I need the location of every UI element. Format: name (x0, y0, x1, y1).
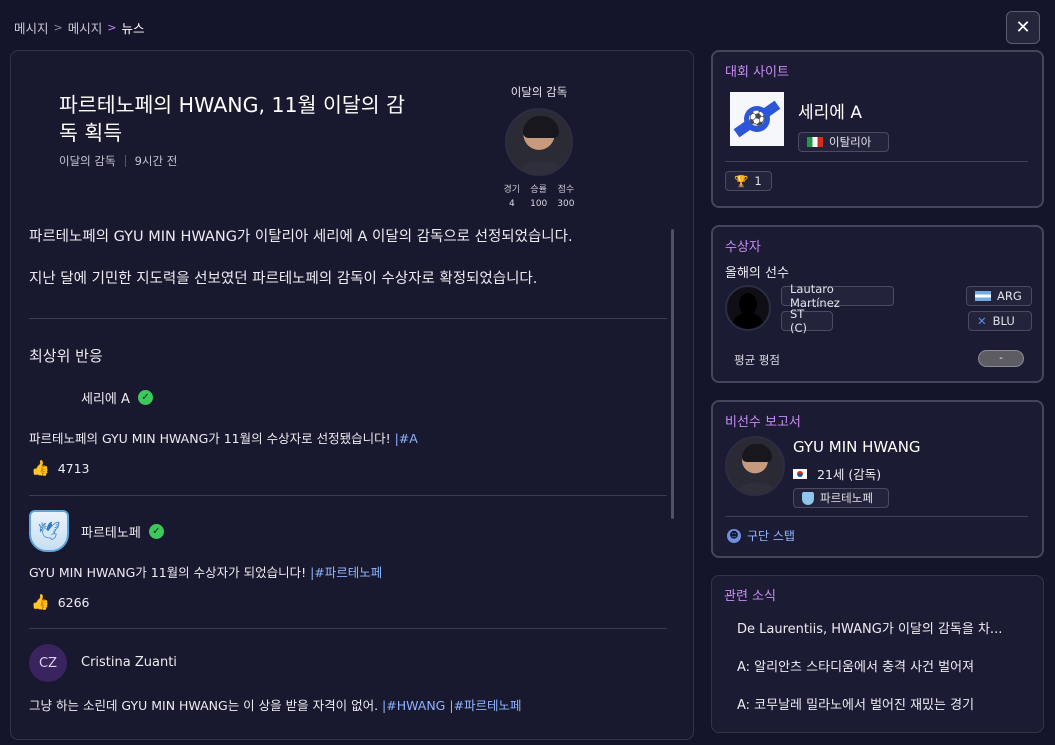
article-meta: 이달의 감독 9시간 전 (59, 153, 177, 169)
football-icon: ⚽ (744, 106, 770, 132)
award-stats: 경기 4 승률 100 점수 300 (489, 182, 589, 209)
divider (29, 628, 667, 629)
card-title: 수상자 (725, 240, 761, 255)
verified-icon: ✓ (148, 524, 164, 539)
divider (725, 161, 1028, 162)
club-pill[interactable]: ✕ BLU (968, 311, 1032, 331)
post-author[interactable]: Cristina Zuanti (81, 655, 177, 670)
thumbs-up-icon: 👍 (31, 459, 50, 477)
chevron-right-icon: > (53, 21, 63, 34)
thumbs-up-icon: 👍 (31, 593, 50, 611)
position-pill: ST (C) (781, 307, 833, 335)
avg-rating-badge: - (978, 350, 1024, 367)
staff-icon: ☻ (727, 528, 741, 543)
related-news-item[interactable]: A: 알리안츠 스타디움에서 충격 사건 벌어져 (737, 656, 974, 675)
manager-avatar[interactable] (725, 436, 785, 496)
reactions-title: 최상위 반응 (29, 347, 103, 365)
staff-report-card: 비선수 보고서 GYU MIN HWANG 21세 (감독) 파르테노페 ☻ 구… (711, 400, 1044, 558)
club-crest-icon: ✕ (977, 314, 987, 328)
competition-name[interactable]: 세리에 A (798, 98, 862, 123)
card-title: 대회 사이트 (725, 65, 789, 80)
chevron-right-icon: > (107, 21, 117, 34)
post-text: GYU MIN HWANG가 11월의 수상자가 되었습니다! |#파르테노페 (29, 565, 383, 580)
like-button[interactable]: 👍 6266 (31, 593, 90, 611)
article-body: 파르테노페의 GYU MIN HWANG가 이탈리아 세리에 A 이달의 감독으… (29, 227, 659, 311)
scrollbar[interactable] (671, 229, 674, 519)
user-avatar[interactable]: CZ (29, 644, 67, 682)
divider (725, 516, 1028, 517)
related-news-card: 관련 소식 De Laurentiis, HWANG가 이달의 감독을 차...… (711, 575, 1044, 733)
like-button[interactable]: 👍 4713 (31, 459, 90, 477)
hashtag-link[interactable]: |#파르테노페 (310, 565, 382, 580)
club-staff-link[interactable]: ☻ 구단 스탭 (727, 527, 795, 544)
competition-logo[interactable]: ⚽ (730, 92, 784, 146)
stat-points: 점수 300 (557, 185, 575, 209)
award-title: 이달의 감독 (510, 85, 568, 99)
winner-card: 수상자 올해의 선수 Lautaro Martínez ST (C) ARG ✕… (711, 225, 1044, 383)
player-avatar[interactable] (725, 285, 771, 331)
close-button[interactable]: ✕ (1006, 11, 1040, 44)
staff-name[interactable]: GYU MIN HWANG (793, 438, 921, 456)
article-category: 이달의 감독 (59, 154, 116, 168)
hashtag-link[interactable]: |#HWANG (382, 698, 445, 713)
italy-flag-icon (807, 137, 823, 147)
nation-pill[interactable]: ARG (966, 286, 1032, 306)
card-title: 관련 소식 (724, 589, 776, 604)
like-count: 4713 (57, 460, 90, 476)
post-text: 파르테노페의 GYU MIN HWANG가 11월의 수상자로 선정됐습니다! … (29, 431, 418, 446)
breadcrumb: 메시지 > 메시지 > 뉴스 (14, 18, 144, 37)
related-news-item[interactable]: A: 코무날레 밀라노에서 벌어진 재밌는 경기 (737, 694, 974, 713)
breadcrumb-item-messages[interactable]: 메시지 (14, 18, 49, 37)
hashtag-link[interactable]: |#파르테노페 (449, 698, 521, 713)
divider (29, 495, 667, 496)
verified-icon: ✓ (137, 390, 153, 405)
staff-age-role: 21세 (감독) (793, 464, 881, 483)
article-panel: 파르테노페의 HWANG, 11월 이달의 감독 획득 이달의 감독 9시간 전… (10, 50, 694, 740)
card-title: 비선수 보고서 (725, 415, 801, 430)
like-count: 6266 (57, 594, 90, 610)
meta-divider (124, 155, 126, 167)
divider (29, 318, 667, 319)
manager-avatar[interactable] (505, 108, 573, 176)
article-paragraph: 지난 달에 기민한 지도력을 선보였던 파르테노페의 감독이 수상자로 확정되었… (29, 271, 538, 287)
argentina-flag-icon (975, 291, 991, 301)
avg-rating-label: 평균 평점 (734, 353, 780, 367)
club-pill[interactable]: 파르테노페 (793, 488, 889, 508)
korea-flag-icon (793, 468, 807, 479)
article-time: 9시간 전 (134, 154, 178, 168)
post-author[interactable]: 세리에 A ✓ (81, 388, 153, 407)
competition-card: 대회 사이트 ⚽ 세리에 A 이탈리아 🏆 1 (711, 50, 1044, 208)
post-text: 그냥 하는 소린데 GYU MIN HWANG는 이 상을 받을 자격이 없어.… (29, 698, 522, 713)
article-paragraph: 파르테노페의 GYU MIN HWANG가 이탈리아 세리에 A 이달의 감독으… (29, 229, 573, 245)
award-subtitle: 올해의 선수 (725, 266, 789, 281)
related-news-item[interactable]: De Laurentiis, HWANG가 이달의 감독을 차... (737, 618, 1002, 637)
hashtag-link[interactable]: |#A (395, 431, 418, 446)
breadcrumb-current: 뉴스 (121, 21, 145, 36)
stat-matches: 경기 4 (503, 185, 521, 209)
trophy-pill[interactable]: 🏆 1 (725, 171, 772, 191)
trophy-icon: 🏆 (734, 174, 749, 188)
club-crest-icon (802, 491, 814, 505)
award-box: 이달의 감독 경기 4 승률 100 점수 300 (489, 84, 589, 209)
country-pill[interactable]: 이탈리아 (798, 132, 889, 152)
club-crest-icon[interactable]: 🕊 (29, 510, 69, 552)
player-name-pill[interactable]: Lautaro Martínez (781, 282, 894, 310)
post-author[interactable]: 파르테노페 ✓ (81, 522, 164, 541)
article-headline: 파르테노페의 HWANG, 11월 이달의 감독 획득 (59, 93, 405, 145)
stat-win-rate: 승률 100 (530, 185, 548, 209)
breadcrumb-item-messages-2[interactable]: 메시지 (68, 18, 103, 37)
close-icon: ✕ (1015, 17, 1031, 38)
